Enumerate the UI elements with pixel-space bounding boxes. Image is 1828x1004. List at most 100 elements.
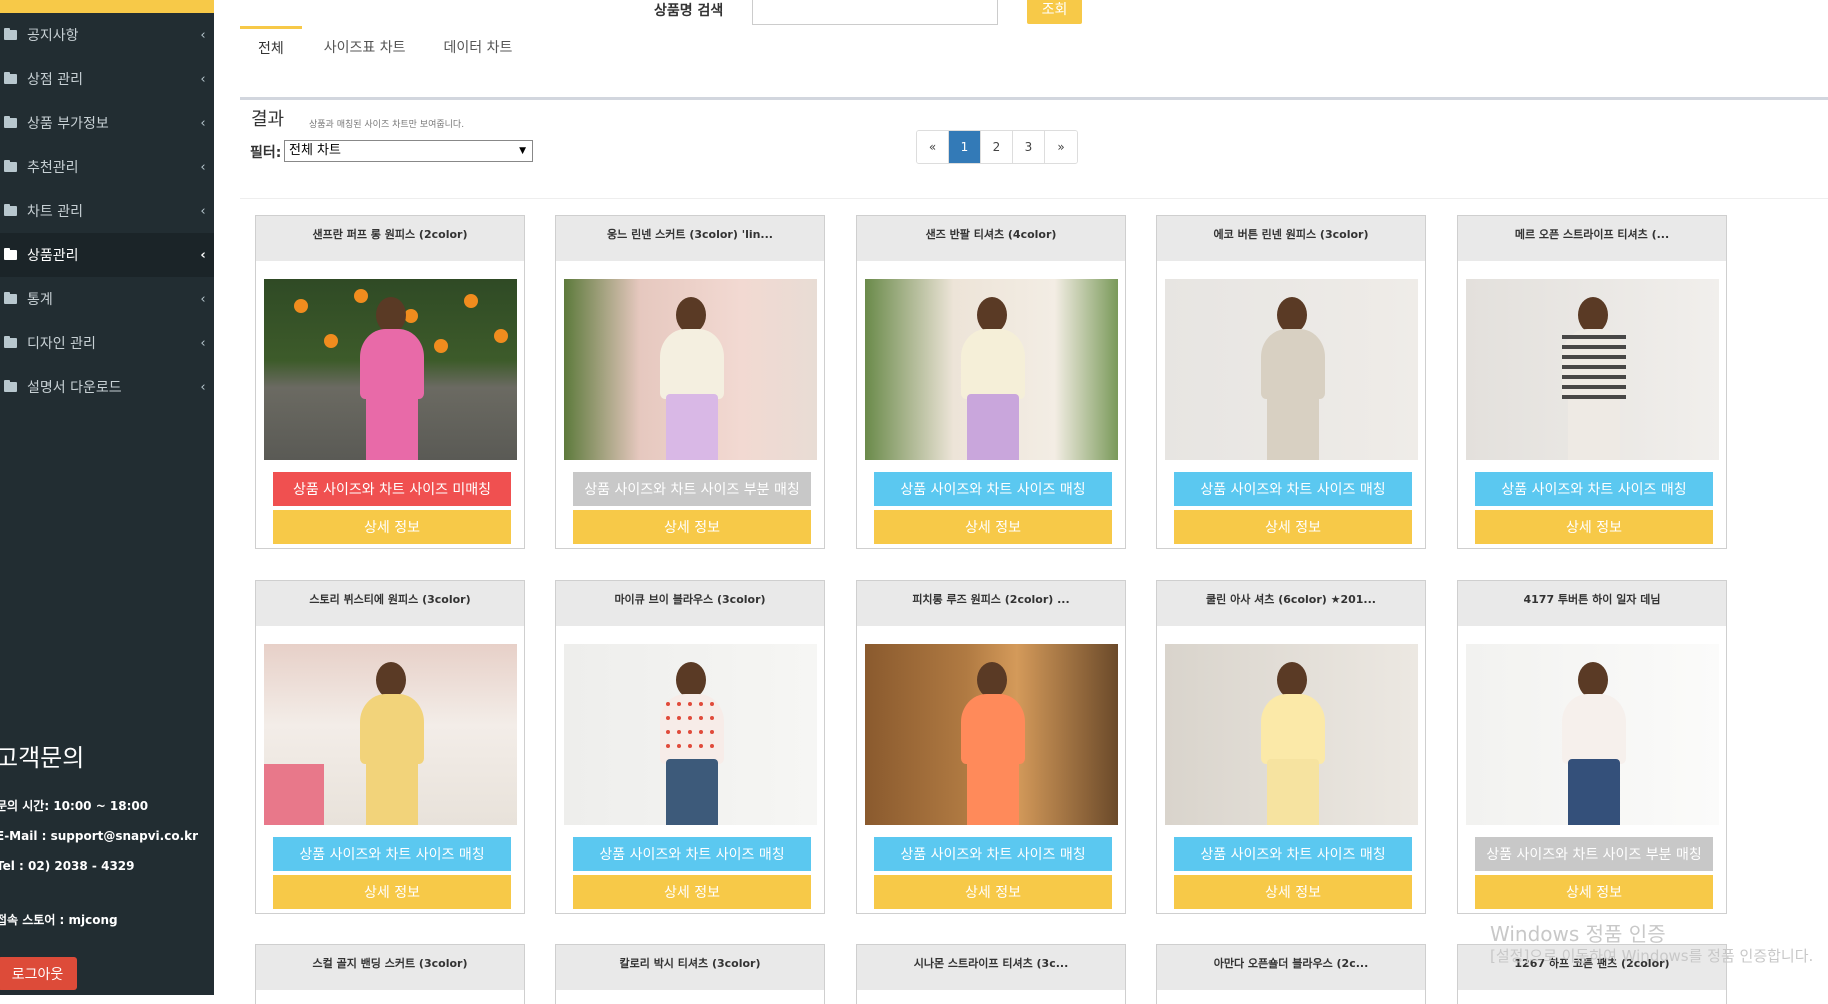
pagination-page[interactable]: 3 [1013,131,1045,163]
folder-icon [4,292,17,304]
size-match-status-button[interactable]: 상품 사이즈와 차트 사이즈 매칭 [874,837,1112,871]
chevron-left-icon: ‹ [200,335,206,351]
pagination-prev[interactable]: « [917,131,949,163]
product-name: 웅느 린넨 스커트 (3color) 'lin... [556,216,824,261]
product-name: 에코 버튼 린넨 원피스 (3color) [1157,216,1425,261]
sidebar-item[interactable]: 상품관리 ‹ [0,233,214,277]
tab-all[interactable]: 전체 [240,26,302,72]
detail-info-button[interactable]: 상세 정보 [273,510,511,544]
folder-icon [4,160,17,172]
pagination: « 1 2 3 » [916,130,1078,164]
product-name: 메르 오픈 스트라이프 티셔츠 (... [1458,216,1726,261]
sidebar-item[interactable]: 추천관리 ‹ [0,145,214,189]
size-match-status-button[interactable]: 상품 사이즈와 차트 사이즈 매칭 [874,472,1112,506]
windows-activation-hint: [설정]으로 이동하여 Windows를 정품 인증합니다. [1490,947,1814,965]
detail-info-button[interactable]: 상세 정보 [874,875,1112,909]
sidebar-item-label: 설명서 다운로드 [27,380,122,396]
product-name: 피치롱 루즈 원피스 (2color) ... [857,581,1125,626]
sidebar-item[interactable]: 공지사항 ‹ [0,13,214,57]
folder-icon [4,28,17,40]
product-name: 칼로리 박시 티셔츠 (3color) [556,945,824,990]
detail-info-button[interactable]: 상세 정보 [1174,875,1412,909]
chevron-left-icon: ‹ [200,379,206,395]
support-hours: 문의 시간: 10:00 ~ 18:00 [0,799,149,813]
size-match-status-button[interactable]: 상품 사이즈와 차트 사이즈 미매칭 [273,472,511,506]
product-name: 샌프란 퍼프 롱 원피스 (2color) [256,216,524,261]
size-match-status-button[interactable]: 상품 사이즈와 차트 사이즈 매칭 [1174,472,1412,506]
sidebar-nav: 공지사항 ‹ 상점 관리 ‹ 상품 부가정보 ‹ 추천관리 ‹ 차트 관리 ‹ 상품관리 ‹ 통계 ‹ 디자… [0,13,214,409]
support-email: E-Mail : support@snapvi.co.kr [0,829,199,843]
chevron-left-icon: ‹ [200,71,206,87]
tab-size-chart[interactable]: 사이즈표 차트 [308,26,422,72]
product-card: 피치롱 루즈 원피스 (2color) ... 상품 사이즈와 차트 사이즈 매칭… [856,580,1126,914]
sidebar-item[interactable]: 설명서 다운로드 ‹ [0,365,214,409]
customer-support-panel: 고객문의 문의 시간: 10:00 ~ 18:00 E-Mail : suppo… [0,738,214,935]
product-card: 스컬 골지 밴딩 스커트 (3color) [255,944,525,1004]
size-match-status-button[interactable]: 상품 사이즈와 차트 사이즈 부분 매칭 [1475,837,1713,871]
sidebar-item[interactable]: 차트 관리 ‹ [0,189,214,233]
pagination-page[interactable]: 1 [949,131,981,163]
logout-button[interactable]: 로그아웃 [0,957,77,990]
detail-info-button[interactable]: 상세 정보 [1475,875,1713,909]
product-card: 4177 투버튼 하이 일자 데님 상품 사이즈와 차트 사이즈 부분 매칭 상세 … [1457,580,1727,914]
sidebar-item-label: 상점 관리 [27,72,83,88]
size-match-status-button[interactable]: 상품 사이즈와 차트 사이즈 부분 매칭 [573,472,811,506]
pagination-next[interactable]: » [1045,131,1077,163]
detail-info-button[interactable]: 상세 정보 [874,510,1112,544]
product-card: 메르 오픈 스트라이프 티셔츠 (... 상품 사이즈와 차트 사이즈 매칭상세 … [1457,215,1727,549]
filter-selected-value: 전체 차트 [289,143,341,158]
sidebar: 공지사항 ‹ 상점 관리 ‹ 상품 부가정보 ‹ 추천관리 ‹ 차트 관리 ‹ 상품관리 ‹ 통계 ‹ 디자… [0,0,214,995]
sidebar-item[interactable]: 통계 ‹ [0,277,214,321]
dropdown-arrow-icon: ▼ [519,146,526,156]
product-name: 샌즈 반팔 티셔츠 (4color) [857,216,1125,261]
folder-icon [4,116,17,128]
sidebar-item-label: 차트 관리 [27,204,83,220]
detail-info-button[interactable]: 상세 정보 [573,875,811,909]
product-name: 스토리 뷔스티에 원피스 (3color) [256,581,524,626]
product-card: 샌프란 퍼프 롱 원피스 (2color) 상품 사이즈와 차트 사이즈 미매칭상… [255,215,525,549]
sidebar-item-label: 공지사항 [27,28,79,44]
size-match-status-button[interactable]: 상품 사이즈와 차트 사이즈 매칭 [1174,837,1412,871]
sidebar-item[interactable]: 상점 관리 ‹ [0,57,214,101]
product-name: 아만다 오픈숄더 블라우스 (2c... [1157,945,1425,990]
folder-icon [4,380,17,392]
search-button[interactable]: 조회 [1027,0,1082,24]
product-card: 스토리 뷔스티에 원피스 (3color) 상품 사이즈와 차트 사이즈 매칭상세… [255,580,525,914]
sidebar-item[interactable]: 디자인 관리 ‹ [0,321,214,365]
detail-info-button[interactable]: 상세 정보 [1174,510,1412,544]
detail-info-button[interactable]: 상세 정보 [1475,510,1713,544]
product-image [264,279,517,460]
product-card: 에코 버튼 린넨 원피스 (3color) 상품 사이즈와 차트 사이즈 매칭상세… [1156,215,1426,549]
product-image [1165,644,1418,825]
windows-activation-watermark: Windows 정품 인증 [1490,922,1666,946]
filter-select[interactable]: 전체 차트 ▼ [284,140,533,162]
result-divider [240,198,1828,199]
support-tel: Tel : 02) 2038 - 4329 [0,859,135,873]
tab-data-chart[interactable]: 데이터 차트 [428,26,529,72]
sidebar-item-label: 상품 부가정보 [27,116,109,132]
size-match-status-button[interactable]: 상품 사이즈와 차트 사이즈 매칭 [1475,472,1713,506]
product-search-input[interactable] [752,0,998,25]
chevron-left-icon: ‹ [200,27,206,43]
chevron-left-icon: ‹ [200,247,206,263]
support-title: 고객문의 [0,744,85,772]
product-card: 칼로리 박시 티셔츠 (3color) [555,944,825,1004]
product-image [865,644,1118,825]
chevron-left-icon: ‹ [200,291,206,307]
chevron-left-icon: ‹ [200,115,206,131]
sidebar-item-label: 디자인 관리 [27,336,96,352]
size-match-status-button[interactable]: 상품 사이즈와 차트 사이즈 매칭 [573,837,811,871]
product-card: 마이큐 브이 블라우스 (3color) 상품 사이즈와 차트 사이즈 매칭상세 … [555,580,825,914]
pagination-page[interactable]: 2 [981,131,1013,163]
sidebar-top-accent [0,0,214,13]
size-match-status-button[interactable]: 상품 사이즈와 차트 사이즈 매칭 [273,837,511,871]
product-card: 쿨린 아사 셔츠 (6color) ★201... 상품 사이즈와 차트 사이즈 … [1156,580,1426,914]
product-card: 웅느 린넨 스커트 (3color) 'lin... 상품 사이즈와 차트 사이즈… [555,215,825,549]
tab-divider [240,97,1828,100]
detail-info-button[interactable]: 상세 정보 [273,875,511,909]
result-title: 결과 [251,109,285,130]
detail-info-button[interactable]: 상세 정보 [573,510,811,544]
connected-store: 접속 스토어 : mjcong [0,913,118,927]
sidebar-item[interactable]: 상품 부가정보 ‹ [0,101,214,145]
product-name: 마이큐 브이 블라우스 (3color) [556,581,824,626]
